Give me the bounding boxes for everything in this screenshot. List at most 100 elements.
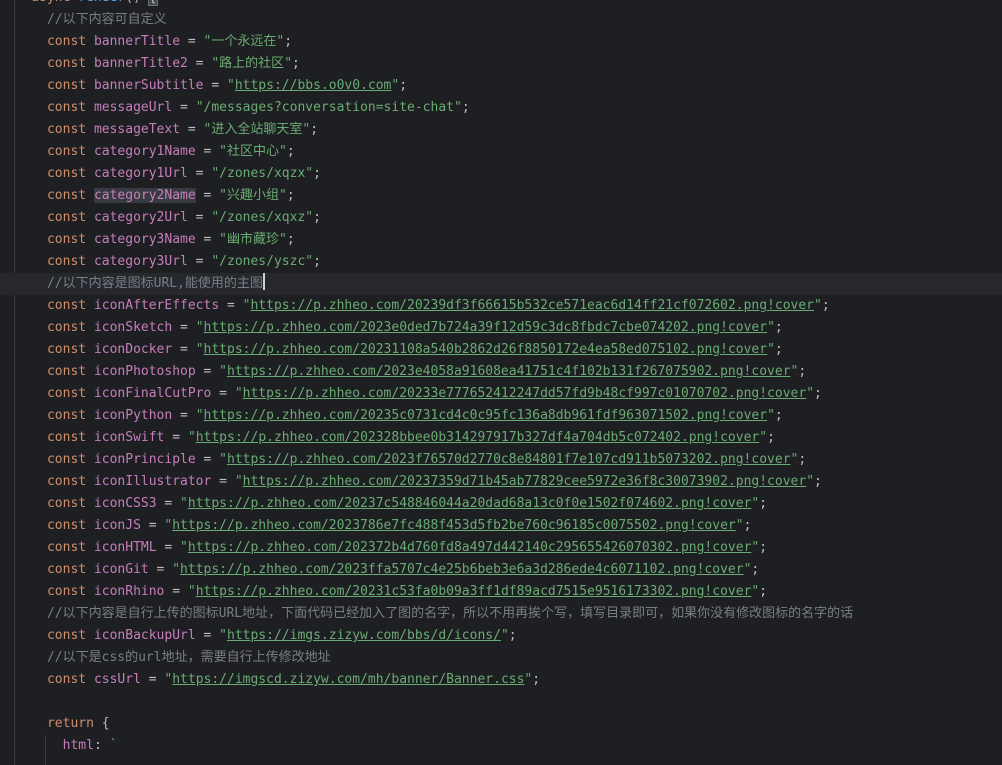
url-link[interactable]: https://p.zhheo.com/2023f76570d2770c8e84… — [227, 452, 791, 467]
keyword-const: const — [46, 518, 87, 533]
operator: = — [187, 210, 212, 225]
comment: //以下是css的url地址，需要自行上传修改地址 — [46, 650, 331, 665]
code-line-iconSwift[interactable]: const iconSwift = "https://p.zhheo.com/2… — [0, 427, 1002, 449]
variable-name: iconHTML — [93, 540, 157, 555]
url-link[interactable]: https://p.zhheo.com/20231108a540b2862d26… — [204, 342, 768, 357]
url-link[interactable]: https://p.zhheo.com/202372b4d760fd8a497d… — [188, 540, 752, 555]
code-editor[interactable]: async render() { //以下内容可自定义 const banner… — [0, 0, 1002, 765]
code-line-iconRhino[interactable]: const iconRhino = "https://p.zhheo.com/2… — [0, 581, 1002, 603]
url-link[interactable]: https://imgscd.zizyw.com/mh/banner/Banne… — [172, 672, 524, 687]
code-line-iconAfterEffects[interactable]: const iconAfterEffects = "https://p.zhhe… — [0, 295, 1002, 317]
quote: " — [195, 342, 204, 357]
code-line-messageText[interactable]: const messageText = "进入全站聊天室"; — [0, 119, 1002, 141]
code-line-category3Name[interactable]: const category3Name = "幽市藏珍"; — [0, 229, 1002, 251]
code-line-iconPhotoshop[interactable]: const iconPhotoshop = "https://p.zhheo.c… — [0, 361, 1002, 383]
operator: = — [195, 452, 220, 467]
code-line-category1Name[interactable]: const category1Name = "社区中心"; — [0, 141, 1002, 163]
code-line-category2Url[interactable]: const category2Url = "/zones/xqxz"; — [0, 207, 1002, 229]
code-line-bannerSubtitle[interactable]: const bannerSubtitle = "https://bbs.o0v0… — [0, 75, 1002, 97]
string-literal: "一个永远在" — [204, 34, 285, 49]
code-line-cssUrl[interactable]: const cssUrl = "https://imgscd.zizyw.com… — [0, 669, 1002, 691]
comment-line-upload[interactable]: //以下内容是自行上传的图标URL地址，下面代码已经加入了图的名字，所以不用再挨… — [0, 603, 1002, 625]
blank-line[interactable] — [0, 691, 1002, 713]
url-link[interactable]: https://p.zhheo.com/20233e777652412247dd… — [243, 386, 807, 401]
code-line-render-header[interactable]: async render() { — [0, 0, 1002, 9]
code-line-category1Url[interactable]: const category1Url = "/zones/xqzx"; — [0, 163, 1002, 185]
string-literal: "兴趣小组" — [219, 188, 287, 203]
quote: " — [234, 474, 243, 489]
code-line-html-prop[interactable]: html: ` — [0, 735, 1002, 757]
code-line-iconGit[interactable]: const iconGit = "https://p.zhheo.com/202… — [0, 559, 1002, 581]
code-line-return[interactable]: return { — [0, 713, 1002, 735]
url-link[interactable]: https://p.zhheo.com/20237c548846044a20da… — [188, 496, 752, 511]
variable-name: iconIllustrator — [93, 474, 212, 489]
comment-line-icons[interactable]: //以下内容是图标URL,能使用的主图 — [0, 273, 1002, 295]
comment-line-css[interactable]: //以下是css的url地址，需要自行上传修改地址 — [0, 647, 1002, 669]
variable-name: iconBackupUrl — [93, 628, 196, 643]
operator: = — [164, 430, 188, 445]
code-line-iconSketch[interactable]: const iconSketch = "https://p.zhheo.com/… — [0, 317, 1002, 339]
keyword-const: const — [46, 342, 87, 357]
url-link[interactable]: https://imgs.zizyw.com/bbs/d/icons/ — [227, 628, 501, 643]
url-link[interactable]: https://p.zhheo.com/2023e4058a91608ea417… — [227, 364, 791, 379]
keyword-const: const — [46, 496, 87, 511]
code-line-iconFinalCutPro[interactable]: const iconFinalCutPro = "https://p.zhheo… — [0, 383, 1002, 405]
code-line-iconJS[interactable]: const iconJS = "https://p.zhheo.com/2023… — [0, 515, 1002, 537]
code-line-iconCSS3[interactable]: const iconCSS3 = "https://p.zhheo.com/20… — [0, 493, 1002, 515]
comment-line-custom[interactable]: //以下内容可自定义 — [0, 9, 1002, 31]
code-line-messageUrl[interactable]: const messageUrl = "/messages?conversati… — [0, 97, 1002, 119]
url-link[interactable]: https://p.zhheo.com/2023786e7fc488f453d5… — [172, 518, 736, 533]
url-link[interactable]: https://p.zhheo.com/2023ffa5707c4e25b6be… — [180, 562, 744, 577]
semicolon: ; — [814, 386, 822, 401]
code-line-iconPython[interactable]: const iconPython = "https://p.zhheo.com/… — [0, 405, 1002, 427]
url-link[interactable]: https://p.zhheo.com/20235c0731cd4c0c95fc… — [204, 408, 768, 423]
semicolon: ; — [399, 78, 408, 93]
comment: //以下内容可自定义 — [46, 12, 167, 27]
code-line-bannerTitle[interactable]: const bannerTitle = "一个永远在"; — [0, 31, 1002, 53]
variable-name: iconSketch — [93, 320, 173, 335]
url-link[interactable]: https://bbs.o0v0.com — [235, 78, 392, 93]
brace-open: { — [147, 0, 158, 6]
semicolon: ; — [532, 672, 541, 687]
code-line-iconBackupUrl[interactable]: const iconBackupUrl = "https://imgs.zizy… — [0, 625, 1002, 647]
text-caret — [262, 273, 265, 290]
code-line-category3Url[interactable]: const category3Url = "/zones/yszc"; — [0, 251, 1002, 273]
quote: " — [180, 496, 188, 511]
url-link[interactable]: https://p.zhheo.com/202328bbee0b31429791… — [196, 430, 760, 445]
keyword-async: async — [31, 0, 70, 5]
keyword-const: const — [46, 320, 87, 335]
operator: = — [195, 628, 220, 643]
url-link[interactable]: https://p.zhheo.com/20237359d71b45ab7782… — [243, 474, 807, 489]
url-link[interactable]: https://p.zhheo.com/20239df3f66615b532ce… — [250, 298, 814, 313]
code-line-iconIllustrator[interactable]: const iconIllustrator = "https://p.zhheo… — [0, 471, 1002, 493]
url-link[interactable]: https://p.zhheo.com/20231c53fa0b09a3ff1d… — [196, 584, 752, 599]
quote: " — [806, 474, 815, 489]
quote: " — [195, 100, 204, 115]
code-line-category2Name[interactable]: const category2Name = "兴趣小组"; — [0, 185, 1002, 207]
operator: = — [203, 78, 227, 93]
template-tick: ` — [109, 738, 118, 753]
quote: " — [219, 144, 227, 159]
string-literal: "https://p.zhheo.com/20233e777652412247d… — [235, 386, 814, 401]
code-line-iconPrinciple[interactable]: const iconPrinciple = "https://p.zhheo.c… — [0, 449, 1002, 471]
string-literal: "https://p.zhheo.com/20239df3f66615b532c… — [243, 298, 822, 313]
quote: " — [211, 254, 220, 269]
code-line-bannerTitle2[interactable]: const bannerTitle2 = "路上的社区"; — [0, 53, 1002, 75]
code-line-iconHTML[interactable]: const iconHTML = "https://p.zhheo.com/20… — [0, 537, 1002, 559]
quote: " — [814, 298, 822, 313]
variable-name: messageText — [93, 122, 181, 137]
url-link[interactable]: https://p.zhheo.com/2023e0ded7b724a39f12… — [204, 320, 768, 335]
code-line-iconDocker[interactable]: const iconDocker = "https://p.zhheo.com/… — [0, 339, 1002, 361]
